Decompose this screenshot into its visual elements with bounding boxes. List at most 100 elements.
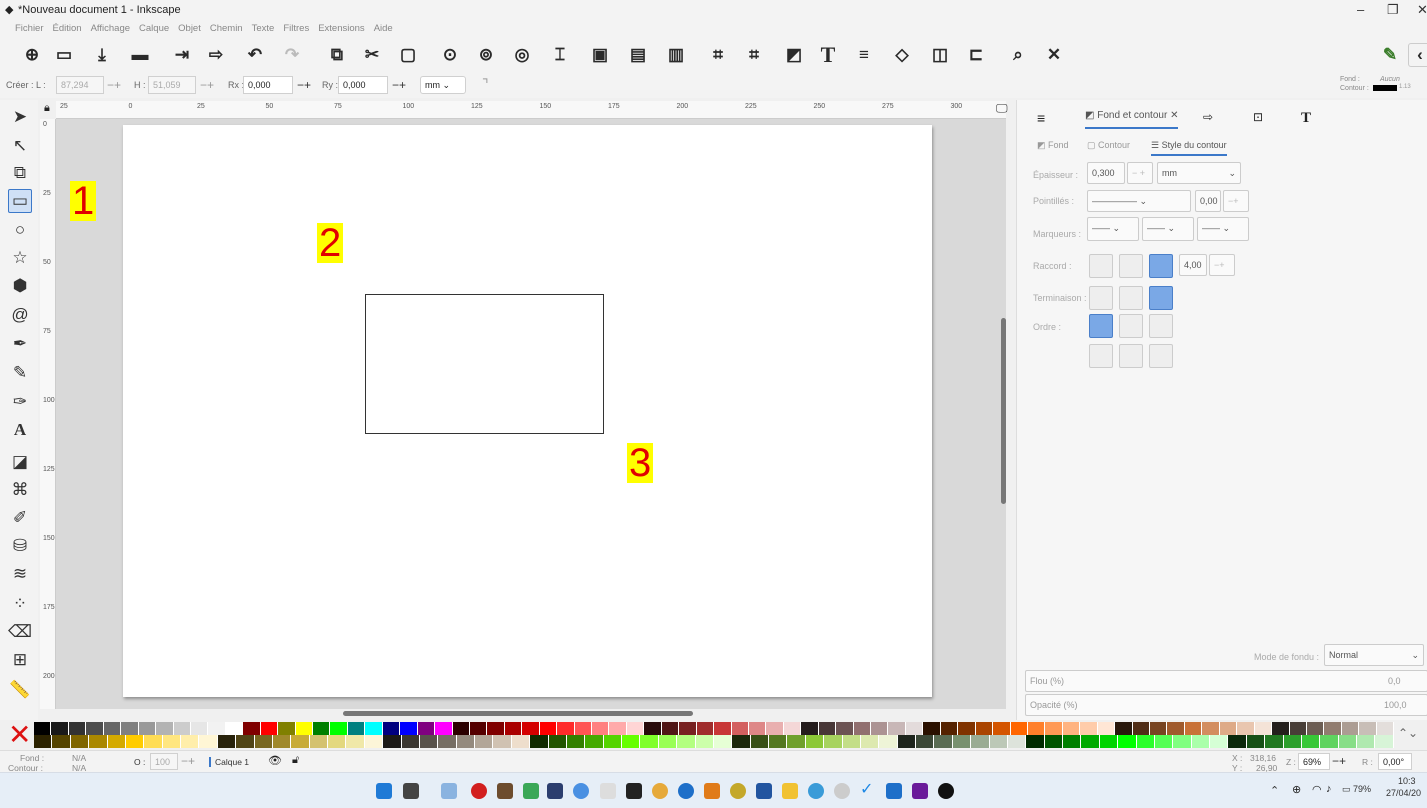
select-all-icon[interactable]: ⌗ [706, 43, 730, 67]
cap-round-icon[interactable] [1119, 286, 1143, 310]
battery-icon[interactable]: ▭ 79% [1342, 784, 1371, 795]
dash-select[interactable]: ————— ⌄ [1087, 190, 1191, 212]
palette-swatch[interactable] [842, 735, 861, 748]
palette-swatch[interactable] [1167, 722, 1185, 735]
find-icon[interactable]: ⌕ [1006, 43, 1030, 67]
palette-swatch[interactable] [1080, 722, 1098, 735]
dropper-tool-icon[interactable]: ✐ [8, 506, 32, 530]
order-stroke-fill-icon[interactable] [1119, 314, 1143, 338]
palette-swatch[interactable] [1289, 722, 1307, 735]
palette-swatch[interactable] [952, 735, 972, 748]
palette-swatch[interactable] [1202, 722, 1220, 735]
cut-icon[interactable]: ✂ [360, 43, 384, 67]
palette-swatch[interactable] [1219, 722, 1238, 735]
network-icon[interactable]: ⊕ [1292, 783, 1301, 796]
palette-swatch[interactable] [539, 722, 558, 735]
palette-swatch[interactable] [236, 735, 255, 748]
palette-swatch[interactable] [603, 735, 622, 748]
palette-swatch[interactable] [522, 722, 540, 735]
page[interactable] [123, 125, 932, 697]
wifi-icon[interactable]: ◠ [1312, 783, 1322, 796]
palette-swatch[interactable] [456, 735, 475, 748]
task-view-icon[interactable] [403, 783, 419, 799]
clock-date[interactable]: 27/04/20 [1386, 788, 1421, 798]
group-icon[interactable]: ▣ [588, 43, 612, 67]
palette-swatch[interactable] [695, 735, 714, 748]
menu-texte[interactable]: Texte [252, 20, 275, 38]
ellipse-tool-icon[interactable]: ○ [8, 218, 32, 242]
palette-swatch[interactable] [748, 722, 767, 735]
palette-swatch[interactable] [871, 722, 889, 735]
pen-tool-icon[interactable]: ✒ [8, 332, 32, 356]
palette-swatch[interactable] [309, 735, 328, 748]
palette-swatch[interactable] [1301, 735, 1321, 748]
palette-swatch[interactable] [51, 722, 69, 735]
palette-swatch[interactable] [679, 722, 697, 735]
star-tool-icon[interactable]: ☆ [8, 246, 32, 270]
vertical-ruler[interactable]: 0 25 50 75 100 125 150 175 200 [40, 119, 56, 709]
shape-builder-icon[interactable]: ⧉ [8, 161, 32, 185]
palette-swatch[interactable] [435, 722, 453, 735]
palette-swatch[interactable] [190, 722, 209, 735]
xml-editor-icon[interactable]: ◇ [890, 43, 914, 67]
rectangle-shape[interactable] [365, 294, 604, 434]
palette-swatch[interactable] [1184, 722, 1203, 735]
dash-offset-stepper[interactable]: −+ [1223, 190, 1249, 212]
connector-tool-icon[interactable]: ⊞ [8, 648, 32, 672]
palette-swatch[interactable] [677, 735, 696, 748]
height-stepper[interactable]: −+ [200, 78, 214, 92]
text-tool-icon[interactable]: A [8, 418, 32, 442]
zoom-stepper[interactable]: −+ [1332, 754, 1346, 768]
height-field[interactable]: 51,059 [148, 76, 196, 94]
cap-square-icon[interactable] [1149, 286, 1173, 310]
palette-swatch[interactable] [1210, 735, 1229, 748]
palette-swatch[interactable] [916, 735, 935, 748]
order-fill-markers-icon[interactable] [1149, 314, 1173, 338]
save-icon[interactable]: ⤓ [90, 43, 114, 67]
zoom-page-icon[interactable]: ◎ [510, 43, 534, 67]
palette-swatch[interactable] [585, 735, 604, 748]
messenger-icon[interactable] [886, 783, 902, 799]
palette-swatch[interactable] [1254, 722, 1273, 735]
palette-swatch[interactable] [626, 722, 645, 735]
palette-swatch[interactable] [644, 722, 662, 735]
palette-swatch[interactable] [1228, 735, 1247, 748]
tab-objects-icon[interactable]: ⊡ [1253, 110, 1263, 124]
palette-swatch[interactable] [330, 722, 348, 735]
menu-calque[interactable]: Calque [139, 20, 169, 38]
palette-swatch[interactable] [934, 735, 953, 748]
palette-swatch[interactable] [511, 735, 531, 748]
current-layer[interactable]: Calque 1 [209, 757, 249, 767]
miter-limit-stepper[interactable]: −+ [1209, 254, 1235, 276]
fill-stroke-icon[interactable]: ◩ [782, 43, 806, 67]
palette-swatch[interactable] [278, 722, 296, 735]
palette-swatch[interactable] [661, 722, 680, 735]
palette-swatch[interactable] [940, 722, 959, 735]
marker-start-select[interactable]: —— ⌄ [1087, 217, 1139, 241]
palette-swatch[interactable] [824, 735, 843, 748]
palette-swatch[interactable] [438, 735, 457, 748]
zoom-drawing-icon[interactable]: ⊚ [474, 43, 498, 67]
palette-swatch[interactable] [1338, 735, 1357, 748]
blend-mode-select[interactable]: Normal ⌄ [1324, 644, 1424, 666]
menu-extensions[interactable]: Extensions [318, 20, 364, 38]
palette-swatch[interactable] [1324, 722, 1342, 735]
palette-swatch[interactable] [493, 735, 512, 748]
palette-swatch[interactable] [993, 722, 1011, 735]
lock-guides-icon[interactable]: 🔒︎ [44, 102, 50, 115]
todo-icon[interactable]: ✓ [860, 779, 876, 798]
app-globe-icon[interactable] [808, 783, 824, 799]
palette-swatch[interactable] [787, 735, 806, 748]
palette-swatch[interactable] [487, 722, 505, 735]
marker-end-select[interactable]: —— ⌄ [1197, 217, 1249, 241]
open-icon[interactable]: ▭ [52, 43, 76, 67]
palette-swatch[interactable] [1320, 735, 1339, 748]
distribute-icon[interactable]: ⊏ [964, 43, 988, 67]
calligraphy-tool-icon[interactable]: ✑ [8, 390, 32, 414]
dash-offset-field[interactable]: 0,00 [1195, 190, 1221, 212]
palette-swatch[interactable] [853, 722, 871, 735]
new-document-icon[interactable]: ⊕ [20, 43, 44, 67]
palette-swatch[interactable] [1376, 722, 1395, 735]
print-icon[interactable]: ▬ [128, 43, 152, 67]
palette-swatch[interactable] [452, 722, 470, 735]
